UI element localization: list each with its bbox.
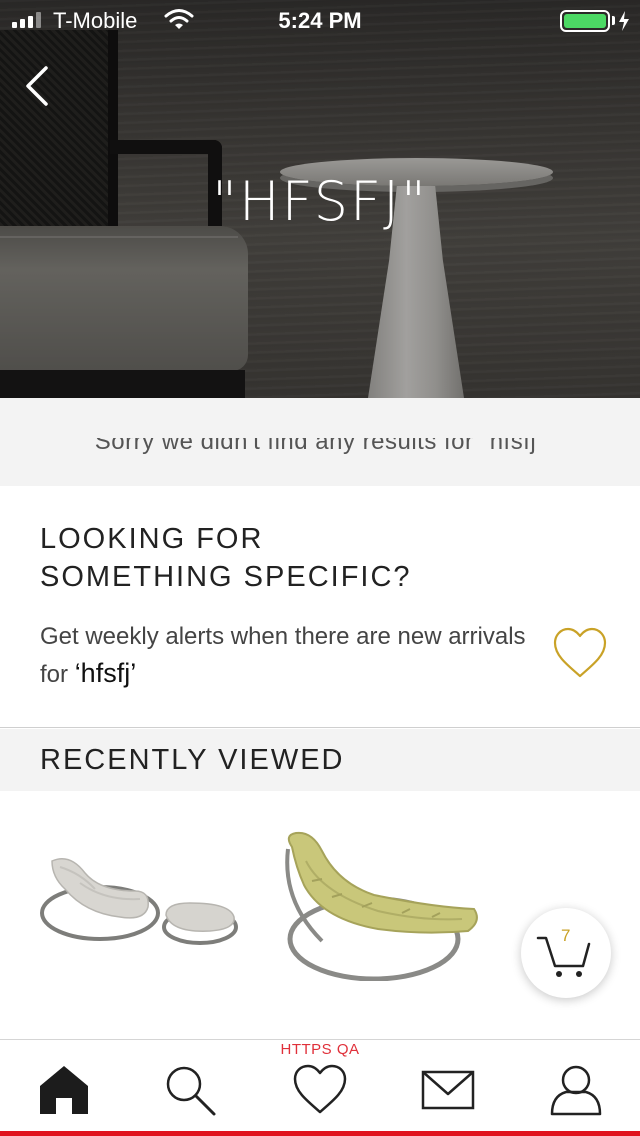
alert-heading: LOOKING FOR SOMETHING SPECIFIC? [40, 520, 520, 596]
no-results-message: Sorry we didn't find any results for "hf… [94, 428, 546, 455]
alert-query: ‘hfsfj’ [74, 658, 137, 688]
tab-profile[interactable] [546, 1062, 606, 1118]
tab-search[interactable] [160, 1062, 220, 1118]
home-icon [40, 1066, 88, 1114]
search-query-title: "HFSFJ" [212, 170, 428, 233]
tab-bar-accent-line [0, 1131, 640, 1136]
battery-cap [612, 16, 615, 25]
rocking-chair-ottoman-image[interactable] [40, 843, 240, 953]
back-button[interactable] [18, 62, 58, 110]
tab-home[interactable] [34, 1062, 94, 1118]
alert-description: Get weekly alerts when there are new arr… [40, 618, 530, 693]
search-icon [166, 1066, 216, 1116]
yellow-rocking-chair-image[interactable] [282, 831, 482, 981]
heart-outline-icon[interactable] [552, 626, 608, 680]
chevron-left-icon [26, 66, 48, 106]
tab-favorites[interactable] [290, 1062, 350, 1118]
status-time: 5:24 PM [278, 8, 362, 33]
charging-icon [619, 11, 629, 31]
alert-heading-line2: SOMETHING SPECIFIC? [40, 561, 412, 593]
mail-icon [421, 1070, 475, 1110]
hero-banner: T-Mobile 5:24 PM "HFSFJ" [0, 0, 640, 398]
search-alert-section: LOOKING FOR SOMETHING SPECIFIC? Get week… [0, 486, 640, 728]
battery-level [564, 14, 606, 28]
status-bar: T-Mobile 5:24 PM [0, 0, 640, 40]
recently-viewed-header: RECENTLY VIEWED [0, 729, 640, 791]
alert-heading-line1: LOOKING FOR [40, 523, 264, 555]
recently-viewed-title: RECENTLY VIEWED [40, 744, 345, 776]
battery-icon [560, 10, 610, 32]
cart-count-badge: 7 [561, 926, 571, 945]
heart-icon [293, 1064, 347, 1114]
cart-button[interactable]: 7 [521, 908, 611, 998]
tab-messages[interactable] [418, 1062, 478, 1118]
profile-icon [550, 1065, 602, 1116]
no-results-banner: Sorry we didn't find any results for "hf… [0, 398, 640, 486]
cart-icon [536, 936, 591, 977]
environment-label: HTTPS QA [280, 1041, 360, 1058]
